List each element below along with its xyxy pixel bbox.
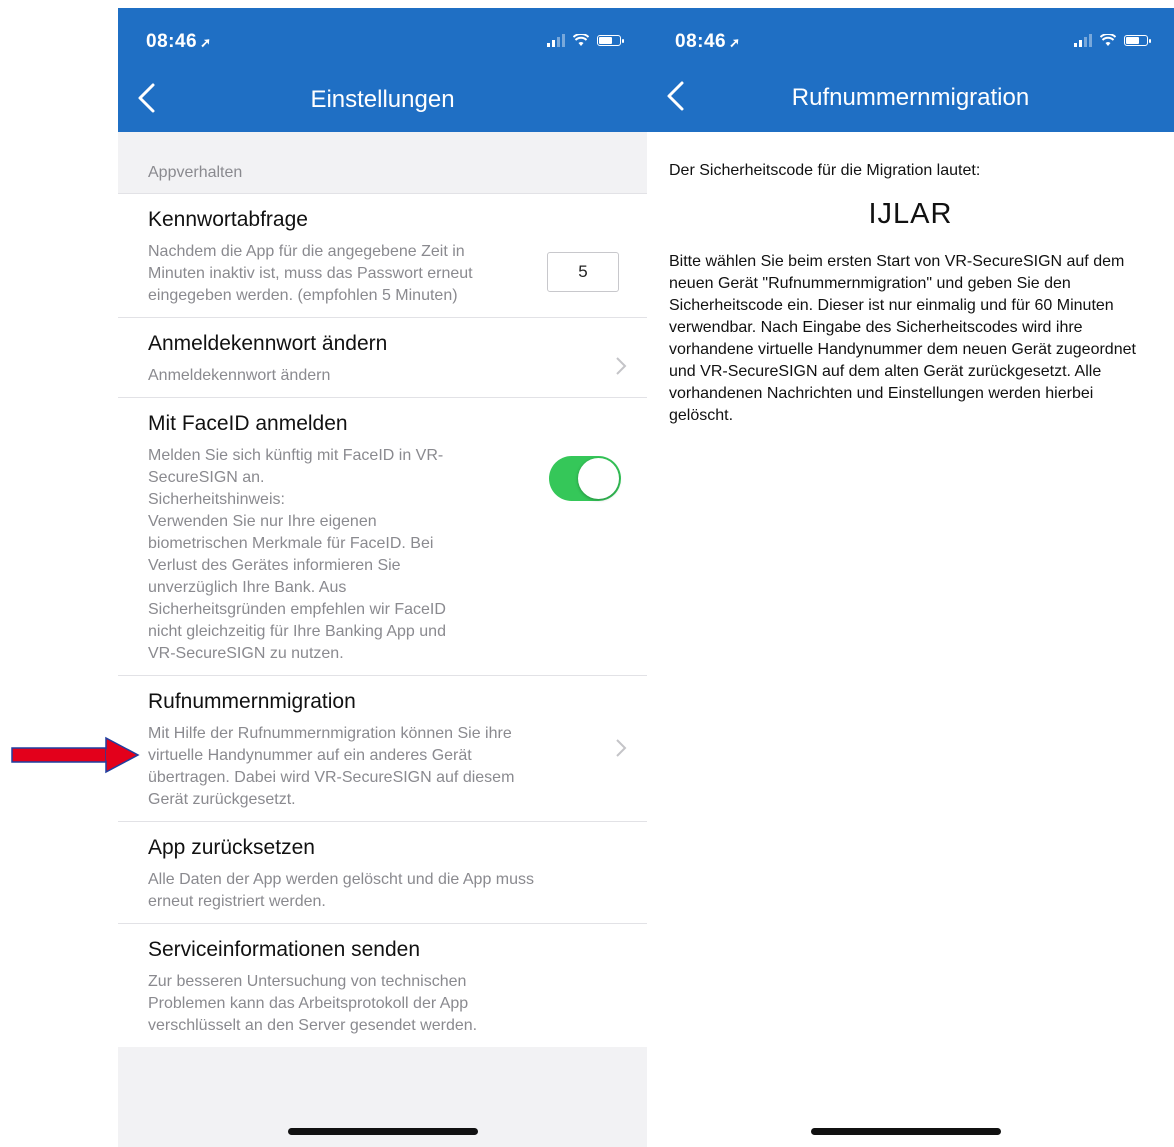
wifi-icon (573, 34, 589, 46)
setting-faceid: Mit FaceID anmelden Melden Sie sich künf… (118, 397, 647, 675)
timeout-minutes-input[interactable]: 5 (547, 252, 619, 292)
setting-description: Mit Hilfe der Rufnummernmigration können… (148, 725, 515, 808)
page-title: Rufnummernmigration (791, 84, 1030, 111)
migration-screen: 08:46 ➚ Rufnummernmigration Der Sicherhei… (647, 8, 1174, 1147)
battery-icon (597, 35, 624, 46)
red-arrow-icon (11, 736, 140, 774)
faceid-toggle[interactable] (549, 456, 621, 501)
status-icons (547, 34, 624, 47)
app-header: 08:46 ➚ Einstellungen (118, 8, 647, 132)
status-time: 08:46 ➚ (146, 31, 212, 52)
setting-title: Mit FaceID anmelden (148, 412, 348, 435)
setting-title: Rufnummernmigration (148, 690, 356, 713)
setting-title: Anmeldekennwort ändern (148, 332, 388, 355)
setting-serviceinformationen[interactable]: Serviceinformationen senden Zur besseren… (118, 923, 647, 1047)
wifi-icon (1100, 34, 1116, 46)
setting-app-zuruecksetzen[interactable]: App zurücksetzen Alle Daten der App werd… (118, 821, 647, 923)
status-time: 08:46 ➚ (675, 31, 741, 52)
signal-icon (1074, 34, 1092, 47)
location-arrow-icon: ➚ (200, 35, 212, 50)
page-title: Einstellungen (310, 86, 455, 113)
chevron-right-icon (616, 739, 627, 757)
security-code: IJLAR (868, 198, 953, 230)
code-intro-text: Der Sicherheitscode für die Migration la… (669, 162, 981, 179)
setting-anmeldekennwort[interactable]: Anmeldekennwort ändern Anmeldekennwort ä… (118, 317, 647, 397)
signal-icon (547, 34, 565, 47)
settings-screen: 08:46 ➚ Einstellungen Appverhalten Kennwo… (118, 8, 647, 1147)
setting-description: Alle Daten der App werden gelöscht und d… (148, 871, 535, 910)
setting-title: Kennwortabfrage (148, 208, 308, 231)
setting-title: Serviceinformationen senden (148, 938, 420, 961)
battery-icon (1124, 35, 1151, 46)
setting-title: App zurücksetzen (148, 836, 315, 859)
toggle-knob (578, 458, 619, 499)
home-indicator[interactable] (287, 1128, 478, 1135)
app-header: 08:46 ➚ Rufnummernmigration (647, 8, 1174, 132)
setting-description: Zur besseren Untersuchung von technische… (148, 973, 478, 1034)
settings-list: Kennwortabfrage Nachdem die App für die … (118, 193, 647, 1047)
setting-rufnummernmigration[interactable]: Rufnummernmigration Mit Hilfe der Rufnum… (118, 675, 647, 821)
setting-description: Nachdem die App für die angegebene Zeit … (148, 243, 473, 304)
chevron-right-icon (616, 357, 627, 375)
home-indicator[interactable] (810, 1128, 1001, 1135)
status-icons (1074, 34, 1151, 47)
setting-kennwortabfrage: Kennwortabfrage Nachdem die App für die … (118, 193, 647, 317)
section-label: Appverhalten (148, 164, 243, 181)
location-arrow-icon: ➚ (729, 35, 741, 50)
setting-description: Anmeldekennwort ändern (148, 367, 331, 384)
migration-instructions: Bitte wählen Sie beim ersten Start von V… (669, 253, 1136, 424)
